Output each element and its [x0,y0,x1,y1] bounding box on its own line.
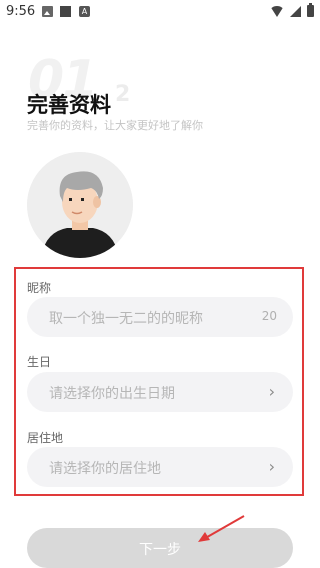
annotation-arrow-icon [198,515,245,542]
battery-icon [307,3,314,17]
page-title: 完善资料 [27,93,111,117]
a-icon: A [79,6,90,17]
nickname-label: 昵称 [27,281,52,295]
image-icon [42,6,53,17]
birthday-placeholder: 请选择你的出生日期 [49,386,175,402]
residence-label: 居住地 [27,431,64,445]
square-icon [60,6,71,17]
step-total-decoration: 2 [115,82,131,107]
status-right-group [270,3,314,17]
wifi-icon [270,5,284,17]
residence-placeholder: 请选择你的居住地 [49,461,161,477]
avatar[interactable] [27,152,133,258]
birthday-label: 生日 [27,355,52,369]
nickname-placeholder: 取一个独一无二的的昵称 [49,311,203,327]
nickname-field[interactable]: 取一个独一无二的的昵称 20 [27,297,293,337]
next-step-button[interactable]: 下一步 [27,528,293,568]
avatar-illustration [27,152,133,258]
status-bar: 9:56 A [0,0,320,24]
signal-icon [290,5,301,17]
residence-selector[interactable]: 请选择你的居住地 › [27,447,293,487]
status-time: 9:56 [6,4,36,19]
chevron-right-icon: › [268,382,275,401]
next-step-label: 下一步 [139,541,181,557]
page-subtitle: 完善你的资料，让大家更好地了解你 [27,119,203,132]
chevron-right-icon: › [268,457,275,476]
birthday-selector[interactable]: 请选择你的出生日期 › [27,372,293,412]
nickname-char-counter: 20 [261,309,277,323]
